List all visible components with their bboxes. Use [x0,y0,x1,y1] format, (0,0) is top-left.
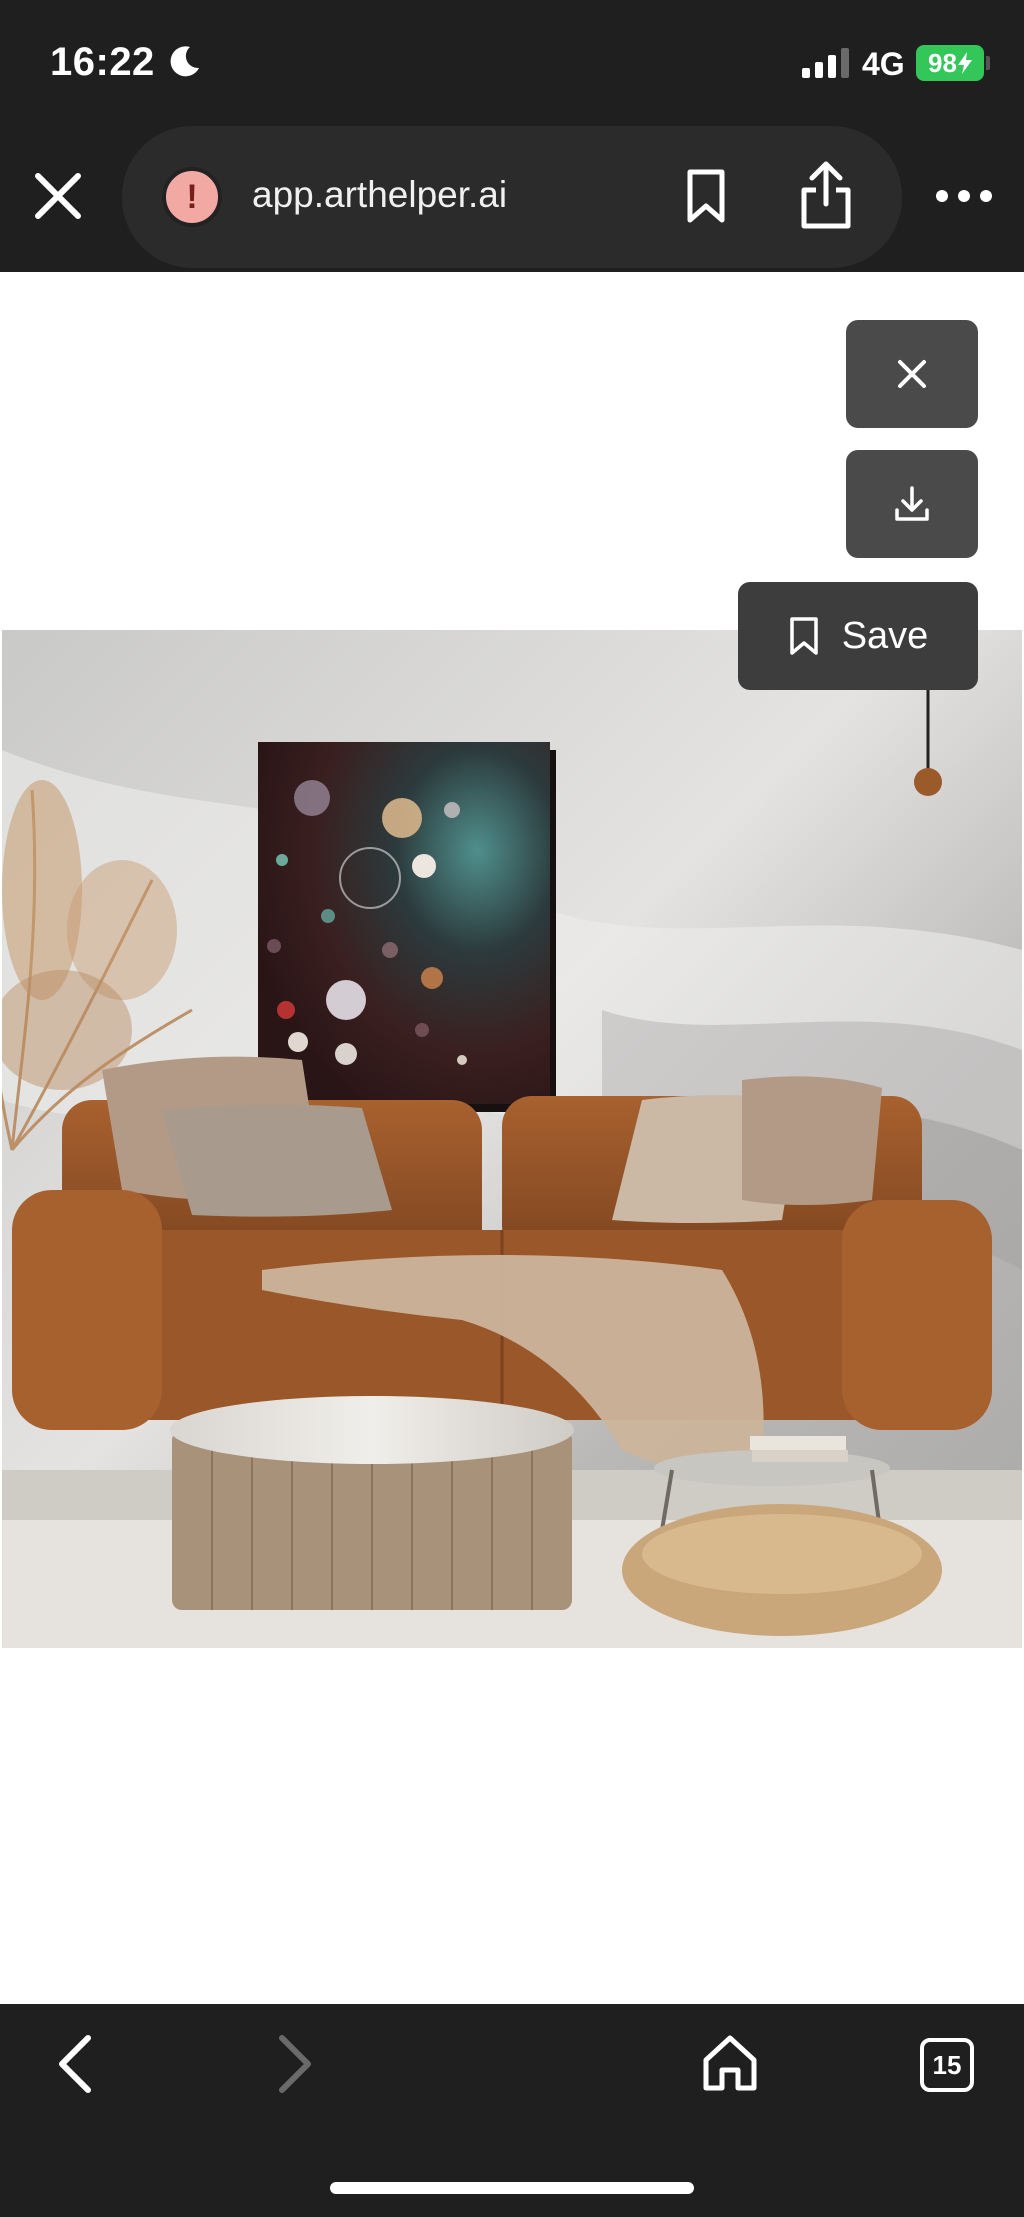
url-text[interactable]: app.arthelper.ai [252,174,507,216]
moon-icon [170,46,199,77]
tabs-icon[interactable]: 15 [920,2038,974,2092]
address-bar[interactable] [122,126,902,268]
room-mockup-image [2,630,1022,1648]
close-icon [898,360,926,388]
tab-count: 15 [932,2049,962,2080]
warning-icon[interactable]: ! [162,167,222,227]
share-icon[interactable] [796,160,856,230]
battery-level: 98 [928,47,957,78]
battery-charging-icon: 98 [916,45,984,81]
download-icon [895,486,929,521]
back-icon[interactable] [52,2032,100,2096]
more-icon[interactable] [934,184,994,208]
download-button[interactable] [846,450,978,558]
forward-icon[interactable] [270,2032,318,2096]
viewer-close-button[interactable] [846,320,978,428]
close-icon[interactable] [30,168,86,224]
save-button-label: Save [841,614,929,657]
home-indicator[interactable] [330,2182,694,2194]
status-time: 16:22 [50,40,155,84]
home-icon[interactable] [700,2032,760,2094]
bookmark-icon [789,617,818,655]
save-button[interactable]: Save [738,582,978,690]
bookmark-icon[interactable] [684,168,728,224]
battery-cap [986,56,990,70]
network-type: 4G [862,46,905,82]
signal-icon [802,48,849,78]
